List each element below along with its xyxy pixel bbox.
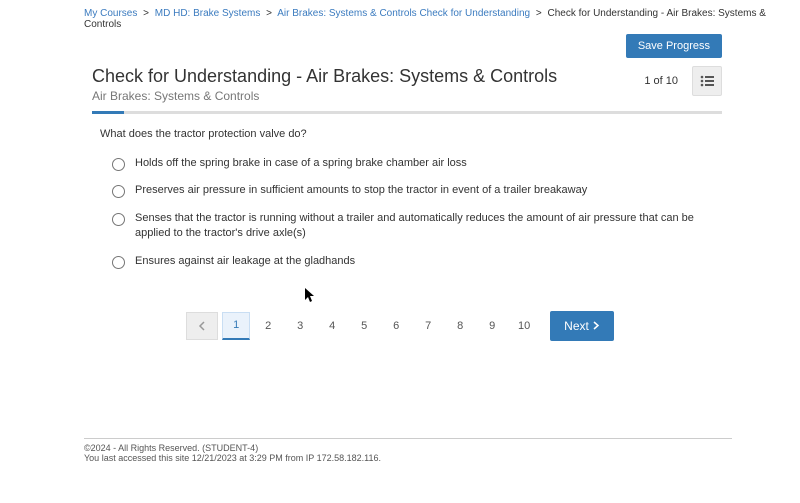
progress-fill (92, 111, 124, 114)
breadcrumb-link-module[interactable]: MD HD: Brake Systems (155, 8, 261, 19)
breadcrumb-link-assessment[interactable]: Air Brakes: Systems & Controls Check for… (277, 8, 530, 19)
breadcrumb: My Courses > MD HD: Brake Systems > Air … (0, 0, 800, 34)
page-title: Check for Understanding - Air Brakes: Sy… (92, 66, 557, 87)
pager-page-9[interactable]: 9 (478, 312, 506, 340)
next-label: Next (564, 319, 589, 333)
next-button[interactable]: Next (550, 311, 614, 341)
save-progress-button[interactable]: Save Progress (626, 34, 722, 58)
pager-page-8[interactable]: 8 (446, 312, 474, 340)
mouse-cursor-icon (305, 288, 317, 307)
breadcrumb-sep: > (143, 8, 149, 19)
option-row[interactable]: Ensures against air leakage at the gladh… (112, 248, 722, 275)
answer-options: Holds off the spring brake in case of a … (0, 150, 800, 275)
pager: 1 2 3 4 5 6 7 8 9 10 Next (0, 311, 800, 341)
footer: ©2024 - All Rights Reserved. (STUDENT-4)… (84, 438, 732, 463)
breadcrumb-link-courses[interactable]: My Courses (84, 8, 137, 19)
breadcrumb-sep: > (536, 8, 542, 19)
pager-page-4[interactable]: 4 (318, 312, 346, 340)
option-label[interactable]: Holds off the spring brake in case of a … (135, 156, 467, 171)
option-row[interactable]: Preserves air pressure in sufficient amo… (112, 177, 722, 204)
question-text: What does the tractor protection valve d… (0, 114, 800, 150)
chevron-right-icon (593, 321, 600, 330)
option-radio-1[interactable] (112, 158, 125, 171)
title-block: Check for Understanding - Air Brakes: Sy… (92, 66, 557, 103)
option-radio-3[interactable] (112, 213, 125, 226)
option-label[interactable]: Ensures against air leakage at the gladh… (135, 254, 355, 269)
pager-page-2[interactable]: 2 (254, 312, 282, 340)
list-icon (700, 75, 714, 87)
chevron-left-icon (198, 321, 206, 331)
option-row[interactable]: Holds off the spring brake in case of a … (112, 150, 722, 177)
breadcrumb-sep: > (266, 8, 272, 19)
option-radio-4[interactable] (112, 256, 125, 269)
question-counter: 1 of 10 (644, 75, 678, 87)
option-label[interactable]: Senses that the tractor is running witho… (135, 211, 722, 242)
pager-page-1[interactable]: 1 (222, 312, 250, 340)
option-radio-2[interactable] (112, 185, 125, 198)
footer-copyright: ©2024 - All Rights Reserved. (STUDENT-4) (84, 443, 732, 453)
footer-last-access: You last accessed this site 12/21/2023 a… (84, 453, 732, 463)
question-list-button[interactable] (692, 66, 722, 96)
pager-page-5[interactable]: 5 (350, 312, 378, 340)
progress-bar (92, 111, 722, 114)
option-label[interactable]: Preserves air pressure in sufficient amo… (135, 183, 587, 198)
pager-prev-button[interactable] (186, 312, 218, 340)
pager-page-3[interactable]: 3 (286, 312, 314, 340)
pager-page-7[interactable]: 7 (414, 312, 442, 340)
pager-page-6[interactable]: 6 (382, 312, 410, 340)
option-row[interactable]: Senses that the tractor is running witho… (112, 205, 722, 248)
page-subtitle: Air Brakes: Systems & Controls (92, 89, 557, 103)
pager-page-10[interactable]: 10 (510, 312, 538, 340)
